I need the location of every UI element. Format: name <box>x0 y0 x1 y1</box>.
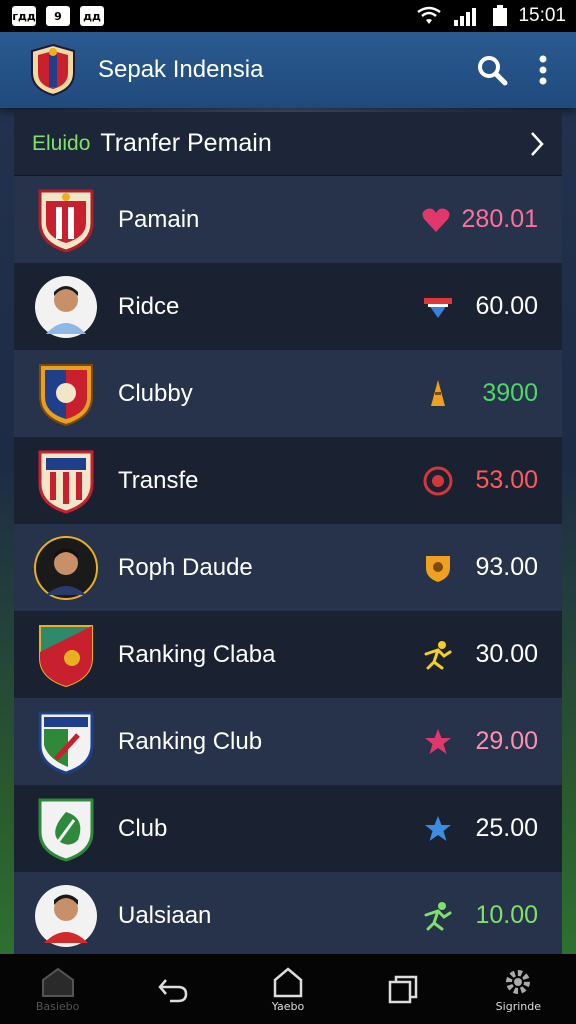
item-value: 30.00 <box>475 640 538 668</box>
item-value: 53.00 <box>475 466 538 494</box>
nav-home-label: Basiebo <box>35 999 80 1013</box>
club-crest-icon <box>39 624 93 687</box>
list-item[interactable]: Ridce 60.00 <box>14 263 562 350</box>
notification-icons: гдд 9 дд <box>12 6 104 26</box>
signal-icon <box>454 8 477 26</box>
nav-home[interactable]: Basiebo <box>13 966 103 1013</box>
list-item[interactable]: Ranking Claba 30.00 <box>14 611 562 698</box>
runner-badge-icon <box>422 900 454 932</box>
nav-settings[interactable]: Sigrinde <box>473 966 563 1013</box>
club-crest-icon <box>38 450 94 514</box>
item-value: 25.00 <box>475 814 538 842</box>
item-name: Ranking Claba <box>118 640 276 668</box>
cone-badge-icon <box>422 378 454 410</box>
search-icon <box>478 56 508 86</box>
shield-badge-icon <box>422 552 454 584</box>
club-crest-icon <box>39 363 93 426</box>
nav-home-outline-label: Yaebo <box>271 999 305 1013</box>
item-value: 3900 <box>482 379 538 407</box>
item-name: Pamain <box>118 205 200 233</box>
list-item[interactable]: Pamain 280.01 <box>14 176 562 263</box>
home-icon <box>41 967 74 997</box>
status-indicators: 15:01 <box>416 5 566 27</box>
list-item[interactable]: Ualsiaan 10.00 <box>14 872 562 954</box>
player-avatar-icon <box>34 535 98 600</box>
notification-icon-3: дд <box>80 6 104 26</box>
item-name: Ridce <box>118 292 180 320</box>
nav-recents[interactable] <box>358 974 448 1004</box>
club-crest-icon <box>38 711 94 775</box>
bottom-navigation-bar: Basiebo Yaebo Sigrinde <box>0 954 576 1024</box>
item-name: Ualsiaan <box>118 901 212 929</box>
item-name: Transfe <box>118 466 199 494</box>
item-value: 280.01 <box>461 205 538 233</box>
chevron-right-icon <box>531 131 544 156</box>
club-crest-icon <box>38 798 94 862</box>
item-value: 60.00 <box>475 292 538 320</box>
list-item[interactable]: Clubby 3900 <box>14 350 562 437</box>
heart-badge-icon <box>420 204 452 236</box>
section-header[interactable]: Eluido Tranfer Pemain <box>14 112 562 176</box>
club-crest-icon <box>38 189 94 253</box>
section-tag: Eluido <box>32 131 91 155</box>
item-name: Club <box>118 814 168 842</box>
nav-home-outline[interactable]: Yaebo <box>243 966 333 1013</box>
item-name: Ranking Club <box>118 727 263 755</box>
ball-badge-icon <box>422 465 454 497</box>
home-outline-icon <box>273 966 303 997</box>
nav-settings-label: Sigrinde <box>495 999 541 1013</box>
list-item[interactable]: Ranking Club 29.00 <box>14 698 562 785</box>
settings-icon <box>506 969 531 994</box>
search-button[interactable] <box>476 54 508 86</box>
status-bar: гдд 9 дд 15:01 <box>0 0 576 32</box>
item-name: Roph Daude <box>118 553 253 581</box>
item-value: 29.00 <box>475 727 538 755</box>
recents-icon <box>388 975 418 1004</box>
flag-badge-icon <box>422 291 454 323</box>
item-value: 93.00 <box>475 553 538 581</box>
list-item[interactable]: Transfe 53.00 <box>14 437 562 524</box>
notification-icon-1: гдд <box>12 6 36 26</box>
clock: 15:01 <box>518 5 566 26</box>
star-badge-icon <box>422 726 454 758</box>
list-item[interactable]: Roph Daude 93.00 <box>14 524 562 611</box>
section-title: Tranfer Pemain <box>100 129 272 157</box>
runner-badge-icon <box>422 639 454 671</box>
app-logo-icon <box>31 43 75 97</box>
item-value: 10.00 <box>475 901 538 929</box>
transfer-list-panel: Eluido Tranfer Pemain Pamain 280.01 Ridc… <box>14 112 562 954</box>
notification-icon-2: 9 <box>46 6 70 26</box>
player-avatar-icon <box>35 884 97 947</box>
player-avatar-icon <box>35 275 97 338</box>
nav-back[interactable] <box>128 974 218 1004</box>
more-options-button[interactable] <box>538 54 548 86</box>
app-title: Sepak Indensia <box>98 56 264 83</box>
more-vert-icon <box>539 55 547 85</box>
item-name: Clubby <box>118 379 193 407</box>
back-icon <box>158 979 188 1003</box>
star-badge-icon <box>422 813 454 845</box>
battery-icon <box>493 5 508 26</box>
app-bar: Sepak Indensia <box>0 32 576 108</box>
wifi-icon <box>417 6 442 24</box>
list-item[interactable]: Club 25.00 <box>14 785 562 872</box>
